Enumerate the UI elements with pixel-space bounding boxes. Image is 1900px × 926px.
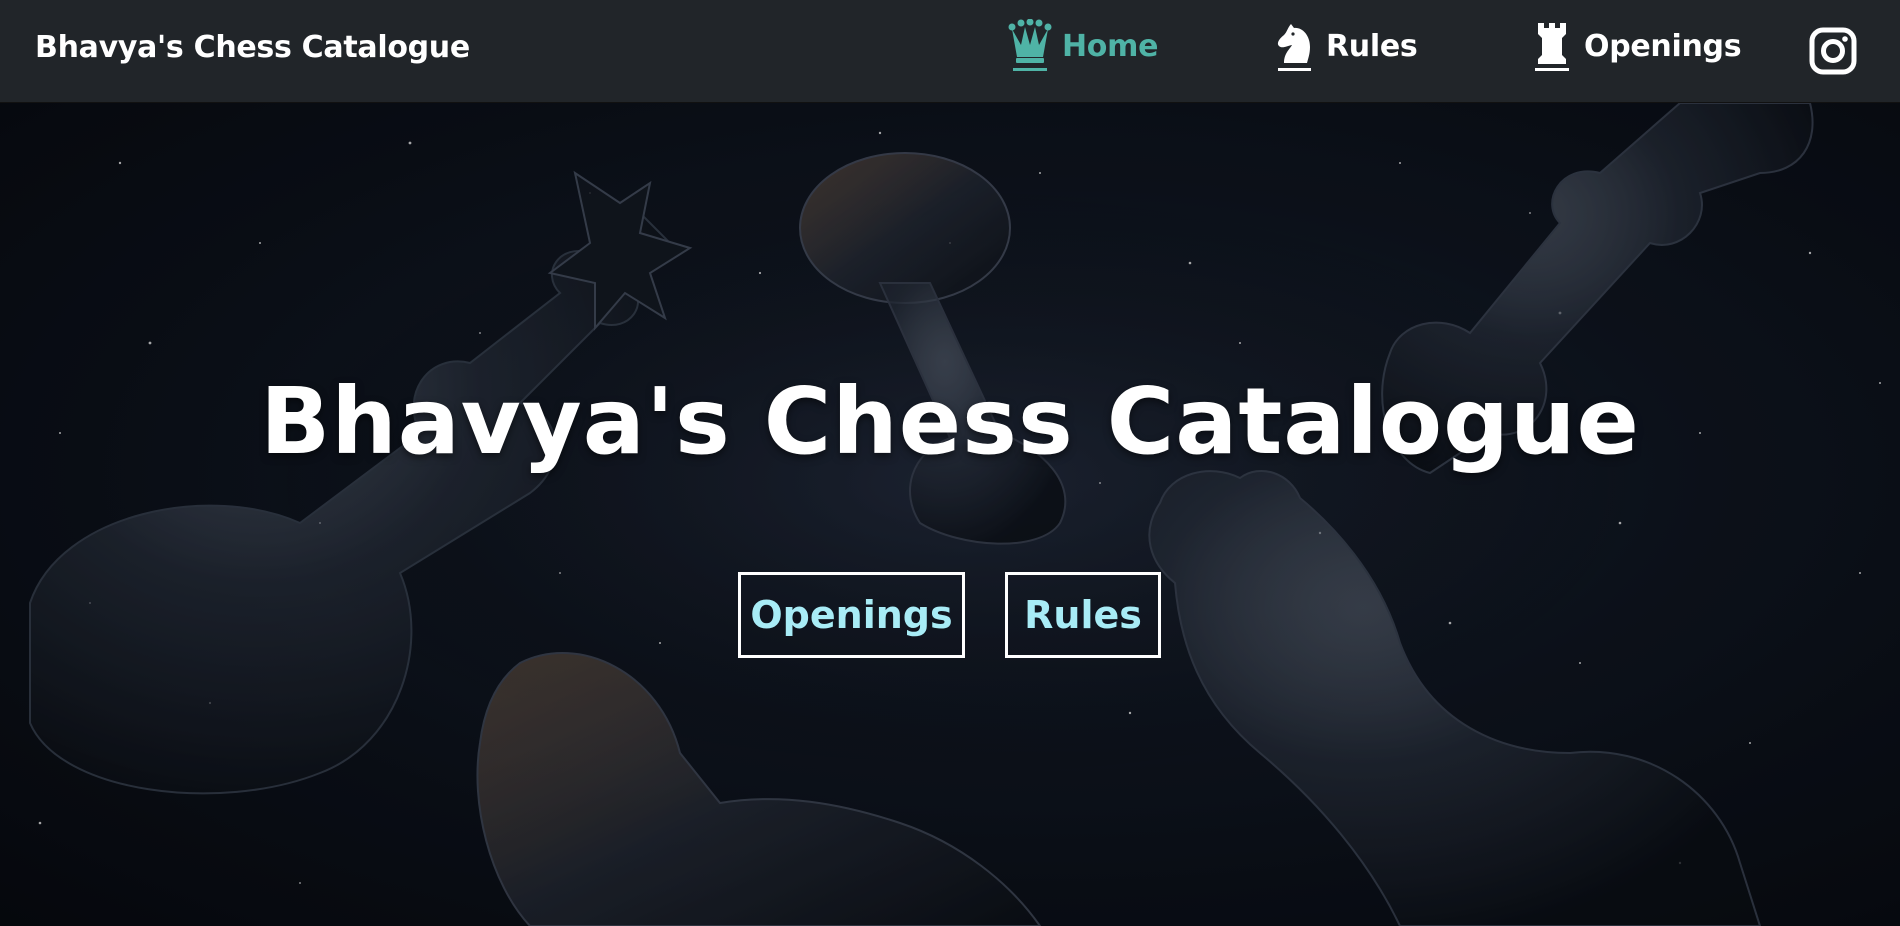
nav-item-label: Home [1062,28,1159,64]
nav-item-rules[interactable]: Rules [1272,16,1418,76]
queen-icon [1008,19,1052,71]
hero-background-image [0,103,1900,926]
nav-item-label: Rules [1326,28,1418,64]
instagram-icon[interactable] [1809,27,1857,75]
nav-item-label: Openings [1584,28,1742,64]
nav-item-home[interactable]: Home [1008,16,1158,76]
top-navbar: Bhavya's Chess Catalogue Home Rules Open… [0,0,1900,103]
knight-icon [1277,24,1311,71]
openings-button[interactable]: Openings [738,572,965,658]
hero-section: Bhavya's Chess Catalogue Openings Rules [0,103,1900,926]
hero-title: Bhavya's Chess Catalogue [260,368,1640,475]
brand-link[interactable]: Bhavya's Chess Catalogue [35,30,470,65]
nav-item-openings[interactable]: Openings [1530,16,1742,76]
rook-icon [1535,23,1569,71]
rules-button[interactable]: Rules [1005,572,1161,658]
